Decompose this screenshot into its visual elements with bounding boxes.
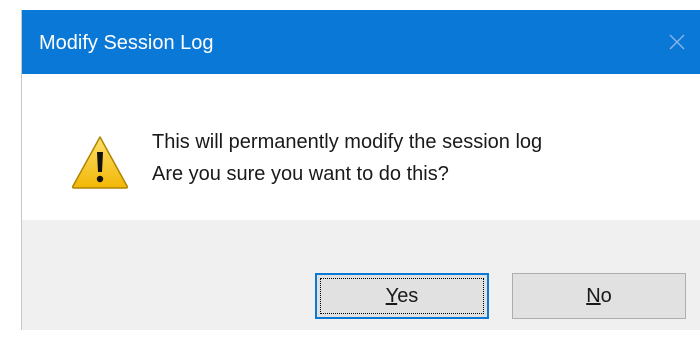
message-text: This will permanently modify the session… <box>152 126 542 190</box>
warning-icon <box>71 136 129 189</box>
yes-button-label: Yes <box>386 285 419 308</box>
title-bar[interactable]: Modify Session Log <box>22 10 700 74</box>
message-box-dialog: Modify Session Log This will permanently… <box>22 10 700 330</box>
message-line: Are you sure you want to do this? <box>152 163 449 185</box>
yes-button[interactable]: Yes <box>315 273 489 319</box>
close-icon <box>669 34 685 50</box>
no-accelerator-key: N <box>586 284 601 307</box>
no-button-label: No <box>586 285 612 308</box>
dialog-title: Modify Session Log <box>39 32 214 54</box>
button-bar: Yes No <box>22 220 700 330</box>
message-line: This will permanently modify the session… <box>152 131 543 153</box>
yes-accelerator-key: Y <box>385 284 398 307</box>
yes-label-rest: es <box>397 284 419 307</box>
page: Modify Session Log This will permanently… <box>0 0 700 345</box>
no-label-rest: o <box>600 284 612 307</box>
no-button[interactable]: No <box>512 273 686 319</box>
close-button[interactable] <box>654 10 700 74</box>
message-area: This will permanently modify the session… <box>22 74 700 220</box>
